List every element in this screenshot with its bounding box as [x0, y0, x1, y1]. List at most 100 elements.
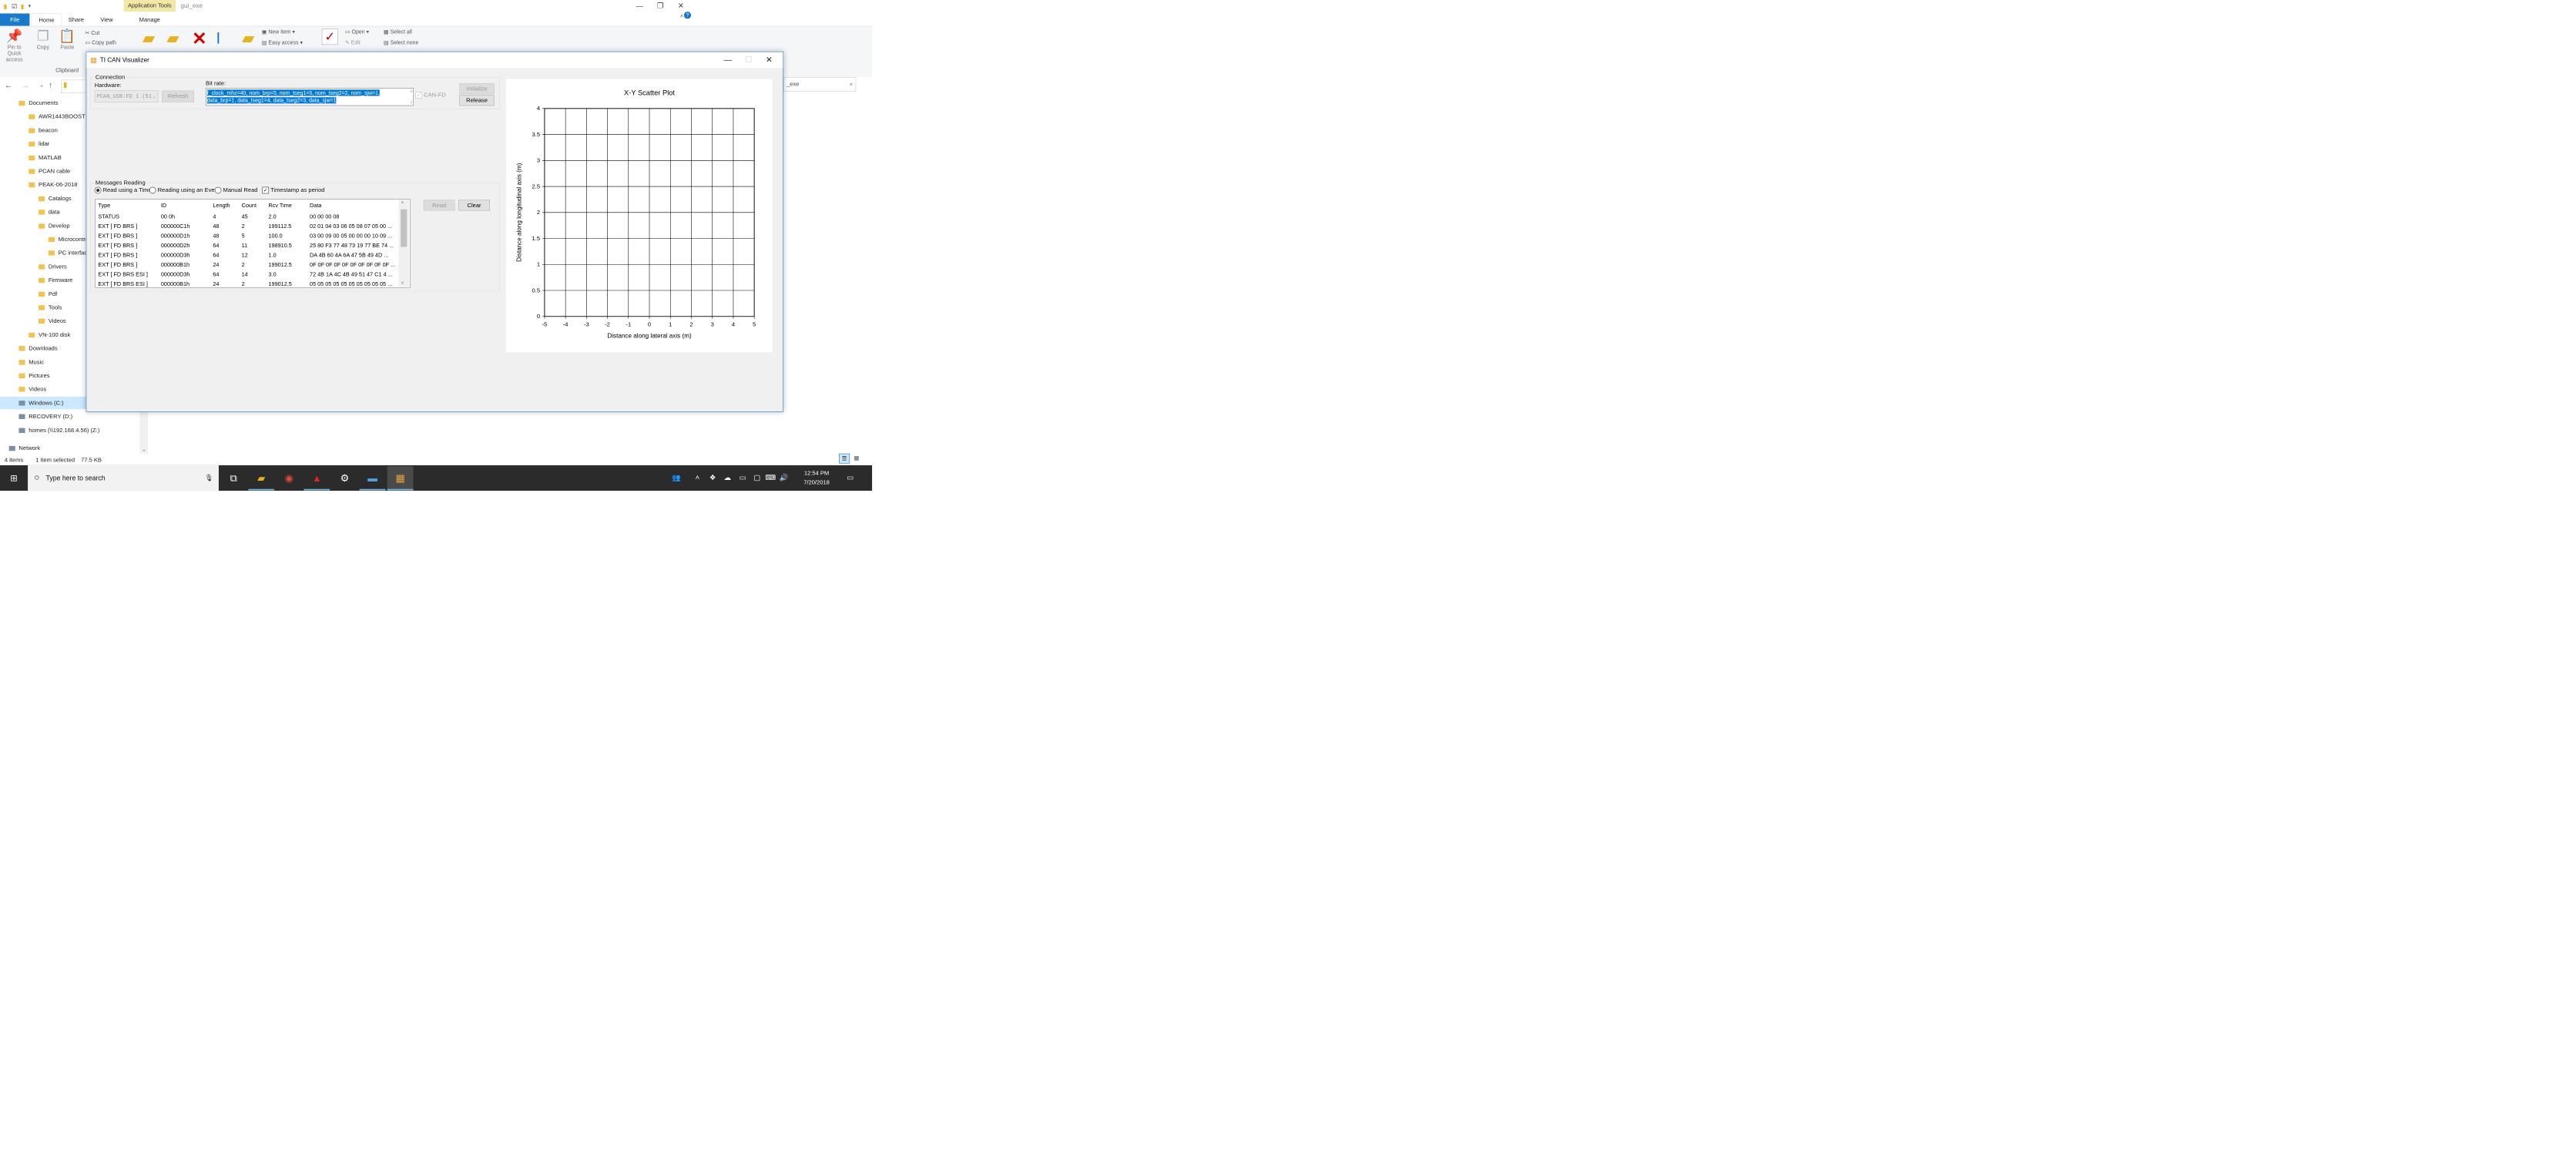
copy-path-button[interactable]: ▭ Copy path: [86, 39, 116, 45]
paste-button[interactable]: 📋 Paste: [55, 29, 80, 50]
volume-icon[interactable]: 🔊: [778, 466, 790, 490]
table-row[interactable]: EXT [ FD BRS ] 000000D2h 64 11 198910.5 25 80…: [96, 241, 396, 250]
rename-icon[interactable]: Ⅰ: [216, 29, 220, 47]
search-input[interactable]: _exe ⌕: [783, 77, 857, 92]
table-cell: 03 00 09 00 05 00 00 00 10 09 ...: [310, 232, 393, 240]
up-icon[interactable]: ↑: [49, 81, 52, 90]
taskbar-clock[interactable]: 12:54 PM 7/20/2018: [802, 466, 830, 491]
new-folder-icon[interactable]: ▮: [18, 2, 25, 9]
minimize-icon[interactable]: —: [629, 0, 650, 13]
back-icon[interactable]: ←: [5, 81, 12, 90]
table-row[interactable]: EXT [ FD BRS ] 000000C1h 48 2 199112.5 02 01 …: [96, 222, 396, 231]
battery-icon[interactable]: ▭: [736, 466, 748, 490]
select-all-button[interactable]: ▦ Select all: [384, 29, 412, 35]
messages-list[interactable]: Type ID Length Count Rcv Time Data STATUS 00 0…: [95, 199, 411, 288]
acrobat-taskbar-icon[interactable]: ▲: [304, 466, 330, 491]
customize-toolbar-icon[interactable]: ▾: [26, 2, 33, 9]
new-folder-big-icon[interactable]: ▰: [242, 29, 254, 47]
tab-manage[interactable]: Manage: [124, 13, 176, 25]
initialize-button[interactable]: Initialize: [459, 83, 495, 95]
timestamp-checkbox[interactable]: ✓ Timestamp as period: [262, 186, 324, 194]
table-row[interactable]: EXT [ FD BRS ] 000000D1h 48 5 100.0 03 00 09 …: [96, 231, 396, 240]
move-to-icon[interactable]: ▰: [143, 29, 155, 47]
large-icons-view-icon[interactable]: ▦: [851, 454, 861, 463]
tree-item[interactable]: Network: [0, 442, 148, 455]
table-row[interactable]: EXT [ FD BRS ] 000000D3h 64 12 1.0 DA 4B 60 4…: [96, 250, 396, 260]
scroll-down-icon[interactable]: ˅: [401, 280, 404, 285]
bitrate-scroll-down-icon[interactable]: ˅: [410, 100, 412, 105]
canfd-checkbox[interactable]: ✓ CAN-FD: [415, 92, 446, 99]
onedrive-icon[interactable]: ☁: [721, 466, 734, 490]
edit-icon: ✎: [344, 39, 350, 46]
table-cell: 100.0: [268, 232, 283, 240]
column-header[interactable]: Count: [242, 200, 257, 211]
open-button[interactable]: ▭ Open ▾: [345, 29, 369, 35]
bitrate-input[interactable]: f_clock_mhz=40, nom_brp=5, nom_tseg1=5, …: [206, 88, 414, 106]
manual-read-radio[interactable]: Manual Read: [214, 186, 258, 194]
help-icon[interactable]: ?: [683, 12, 692, 19]
forward-icon[interactable]: →: [22, 81, 29, 90]
copy-button[interactable]: ❐ Copy: [31, 29, 56, 50]
tree-item[interactable]: homes (\\192.168.4.56) (Z:): [0, 424, 148, 436]
people-icon[interactable]: 👥: [669, 466, 683, 490]
task-view-icon[interactable]: ⧉: [220, 466, 247, 490]
tab-share[interactable]: Share: [61, 13, 92, 25]
copy-to-icon[interactable]: ▰: [166, 29, 179, 47]
column-header[interactable]: ID: [161, 200, 166, 211]
network-icon[interactable]: ▢: [751, 466, 763, 490]
chart-title: X-Y Scatter Plot: [624, 89, 675, 96]
table-cell: 11: [241, 242, 248, 249]
clear-button[interactable]: Clear: [458, 200, 490, 211]
chrome-taskbar-icon[interactable]: ◉: [276, 466, 302, 490]
edit-button[interactable]: ✎ Edit: [345, 39, 361, 45]
tab-file[interactable]: File: [0, 13, 30, 26]
messages-scroll-thumb[interactable]: [401, 209, 408, 247]
cut-button[interactable]: ✂ Cut: [86, 29, 100, 35]
new-item-button[interactable]: ▣ New item ▾: [262, 29, 295, 35]
properties-big-icon[interactable]: ✓: [321, 29, 338, 45]
column-header[interactable]: Length: [213, 200, 230, 211]
bitrate-scroll-up-icon[interactable]: ˄: [410, 89, 412, 94]
messages-header-row: Type ID Length Count Rcv Time Data: [96, 200, 396, 211]
table-row[interactable]: EXT [ FD BRS ESI ] 000000D3h 64 14 3.0 72 4B …: [96, 270, 396, 279]
read-event-radio[interactable]: Reading using an Event: [149, 186, 220, 194]
input-icon[interactable]: ⌨: [765, 466, 776, 490]
scroll-up-icon[interactable]: ˄: [401, 200, 404, 205]
dropbox-icon[interactable]: ❖: [707, 466, 718, 490]
start-icon[interactable]: ⊞: [1, 466, 27, 490]
easy-access-button[interactable]: ▤ Easy access ▾: [262, 39, 303, 45]
release-button[interactable]: Release: [459, 95, 495, 106]
dialog-minimize-icon[interactable]: —: [717, 52, 738, 68]
select-none-button[interactable]: ▤ Select none: [384, 39, 418, 45]
recent-locations-icon[interactable]: ⌄: [39, 82, 44, 88]
tab-home[interactable]: Home: [31, 13, 62, 27]
details-view-icon[interactable]: ☰: [839, 453, 850, 464]
column-header[interactable]: Rcv Time: [268, 200, 291, 211]
column-header[interactable]: Type: [98, 200, 110, 211]
table-cell: 2: [241, 223, 245, 230]
read-button[interactable]: Read: [423, 200, 455, 211]
read-timer-radio[interactable]: Read using a Timer: [94, 186, 153, 194]
app-taskbar-icon[interactable]: ▬: [359, 466, 386, 491]
taskbar-search-box[interactable]: ○ Type here to search 🎙: [28, 465, 219, 491]
settings-taskbar-icon[interactable]: ⚙: [332, 466, 358, 490]
action-center-icon[interactable]: ▭: [843, 466, 858, 490]
file-explorer-taskbar-icon[interactable]: ▰: [248, 466, 275, 491]
table-row[interactable]: EXT [ FD BRS ] 000000B1h 24 2 199012.5 0F 0F …: [96, 260, 396, 270]
can-visualizer-taskbar-icon[interactable]: ▦: [387, 466, 414, 491]
pin-to-quick-access-button[interactable]: 📌 Pin to Quick access: [2, 29, 27, 62]
tab-view[interactable]: View: [92, 13, 122, 25]
column-header[interactable]: Data: [310, 200, 321, 211]
scroll-down-icon[interactable]: ⌄: [141, 446, 147, 452]
properties-icon[interactable]: ☑: [11, 2, 18, 9]
table-row[interactable]: STATUS 00 0h 4 45 2.0 00 00 00 08: [96, 212, 396, 221]
delete-icon[interactable]: ✕: [192, 29, 206, 49]
restore-icon[interactable]: ❐: [650, 0, 671, 13]
dialog-close-icon[interactable]: ✕: [759, 52, 780, 68]
hardware-select[interactable]: PCAN_USB:FD 1 (51 ⌄: [94, 90, 159, 102]
refresh-button[interactable]: Refresh: [162, 90, 194, 102]
table-row[interactable]: EXT [ FD BRS ESI ] 000000B1h 24 2 199012.5 05…: [96, 280, 396, 287]
show-hidden-icons-icon[interactable]: ˄: [692, 466, 703, 490]
messages-scrollbar[interactable]: ˄ ˅: [398, 199, 410, 287]
tree-item[interactable]: RECOVERY (D:): [0, 410, 148, 422]
